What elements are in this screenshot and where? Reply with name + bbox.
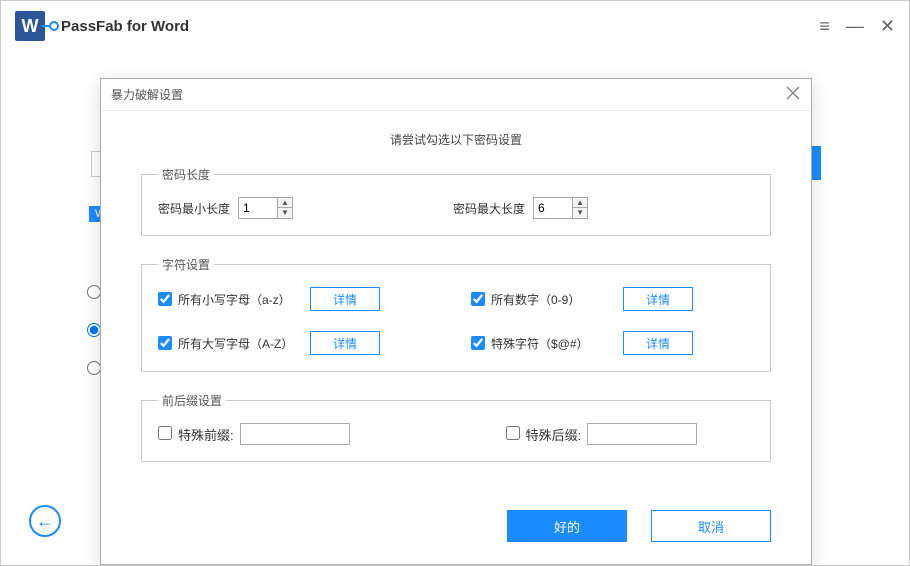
min-length-label: 密码最小长度: [158, 200, 230, 217]
charset-legend: 字符设置: [158, 256, 214, 273]
min-down-icon[interactable]: ▼: [278, 208, 292, 218]
app-window: W PassFab for Word ≡ — ✕ D:\ We ← 暴力破解设置…: [0, 0, 910, 566]
max-down-icon[interactable]: ▼: [573, 208, 587, 218]
uppercase-detail-button[interactable]: 详情: [310, 331, 380, 355]
special-detail-button[interactable]: 详情: [623, 331, 693, 355]
window-controls: ≡ — ✕: [819, 16, 895, 37]
back-button[interactable]: ←: [29, 505, 61, 537]
uppercase-checkbox[interactable]: 所有大写字母（A-Z）: [158, 335, 298, 352]
special-checkbox[interactable]: 特殊字符（$@#）: [471, 335, 611, 352]
dialog-footer: 好的 取消: [101, 500, 811, 564]
suffix-checkbox[interactable]: [506, 426, 520, 443]
radio-1[interactable]: [87, 285, 101, 299]
dialog-title: 暴力破解设置: [111, 86, 183, 103]
dialog-hint: 请尝试勾选以下密码设置: [141, 131, 771, 148]
charset-fieldset: 字符设置 所有小写字母（a-z） 详情 所有数字（0-9） 详情 所有大写字母（…: [141, 256, 771, 372]
affix-legend: 前后缀设置: [158, 392, 226, 409]
affix-fieldset: 前后缀设置 特殊前缀: 特殊后缀:: [141, 392, 771, 462]
titlebar: W PassFab for Word ≡ — ✕: [1, 1, 909, 51]
lowercase-detail-button[interactable]: 详情: [310, 287, 380, 311]
min-up-icon[interactable]: ▲: [278, 198, 292, 208]
radio-3[interactable]: [87, 361, 101, 375]
dialog-header: 暴力破解设置: [101, 79, 811, 111]
settings-dialog: 暴力破解设置 请尝试勾选以下密码设置 密码长度 密码最小长度 ▲▼ 密码最大长度: [100, 78, 812, 565]
min-length-spinner[interactable]: ▲▼: [238, 197, 293, 219]
menu-icon[interactable]: ≡: [819, 16, 830, 37]
prefix-label: 特殊前缀:: [178, 425, 234, 444]
dialog-close-icon[interactable]: [785, 85, 801, 104]
suffix-input[interactable]: [587, 423, 697, 445]
length-legend: 密码长度: [158, 166, 214, 183]
ok-button[interactable]: 好的: [507, 510, 627, 542]
logo-icon: W: [15, 7, 53, 45]
app-title: PassFab for Word: [61, 18, 189, 35]
digits-detail-button[interactable]: 详情: [623, 287, 693, 311]
radio-2[interactable]: [87, 323, 101, 337]
max-length-input[interactable]: [533, 197, 573, 219]
prefix-checkbox[interactable]: [158, 426, 172, 443]
prefix-input[interactable]: [240, 423, 350, 445]
max-length-label: 密码最大长度: [453, 200, 525, 217]
app-logo: W PassFab for Word: [15, 7, 189, 45]
length-fieldset: 密码长度 密码最小长度 ▲▼ 密码最大长度 ▲▼: [141, 166, 771, 236]
minimize-icon[interactable]: —: [846, 16, 864, 37]
close-icon[interactable]: ✕: [880, 16, 895, 37]
digits-checkbox[interactable]: 所有数字（0-9）: [471, 291, 611, 308]
bg-radios: [87, 285, 101, 375]
min-length-input[interactable]: [238, 197, 278, 219]
max-length-spinner[interactable]: ▲▼: [533, 197, 588, 219]
suffix-label: 特殊后缀:: [526, 425, 582, 444]
max-up-icon[interactable]: ▲: [573, 198, 587, 208]
lowercase-checkbox[interactable]: 所有小写字母（a-z）: [158, 291, 298, 308]
cancel-button[interactable]: 取消: [651, 510, 771, 542]
